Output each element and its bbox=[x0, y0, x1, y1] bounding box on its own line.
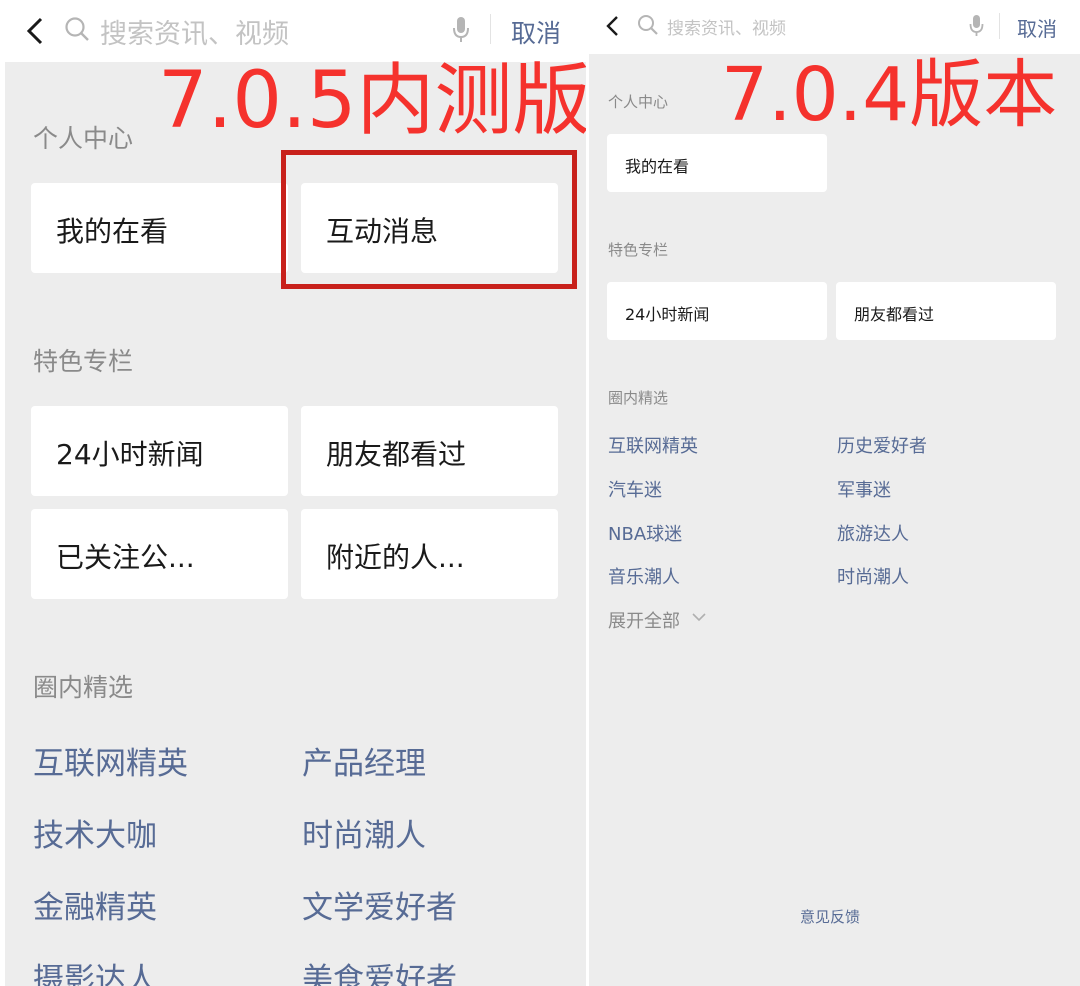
search-icon bbox=[65, 17, 89, 41]
circle-link[interactable]: 金融精英 bbox=[33, 882, 157, 927]
circle-link[interactable]: 音乐潮人 bbox=[608, 563, 680, 589]
back-chevron-icon[interactable] bbox=[605, 15, 619, 37]
card-friends-viewed[interactable]: 朋友都看过 bbox=[836, 282, 1056, 340]
section-title-personal: 个人中心 bbox=[33, 124, 134, 153]
search-bar: 搜索资讯、视频 取消 bbox=[0, 0, 586, 62]
card-my-watching[interactable]: 我的在看 bbox=[31, 183, 288, 273]
search-bar: 搜索资讯、视频 取消 bbox=[589, 0, 1080, 54]
circle-link[interactable]: 技术大咖 bbox=[33, 810, 157, 855]
card-my-watching[interactable]: 我的在看 bbox=[607, 134, 827, 192]
circle-link[interactable]: 军事迷 bbox=[837, 476, 891, 502]
back-chevron-icon[interactable] bbox=[26, 17, 44, 45]
chevron-down-icon[interactable] bbox=[692, 613, 706, 622]
circle-link[interactable]: 美食爱好者 bbox=[302, 954, 457, 986]
cancel-button[interactable]: 取消 bbox=[511, 14, 561, 50]
panel-v704: 搜索资讯、视频 取消 个人中心 我的在看 特色专栏 24小时新闻 朋友都看过 圈… bbox=[589, 0, 1080, 986]
divider bbox=[490, 14, 491, 44]
section-title-circles: 圈内精选 bbox=[608, 389, 669, 407]
section-title-circles: 圈内精选 bbox=[33, 673, 134, 702]
card-24h-news[interactable]: 24小时新闻 bbox=[31, 406, 288, 496]
microphone-icon[interactable] bbox=[452, 16, 470, 44]
comparison-screenshot: 搜索资讯、视频 取消 个人中心 我的在看 互动消息 特色专栏 24小时新闻 朋友… bbox=[0, 0, 1080, 986]
circle-link[interactable]: 产品经理 bbox=[302, 738, 426, 783]
divider bbox=[999, 13, 1000, 39]
circle-link[interactable]: 互联网精英 bbox=[33, 738, 188, 783]
highlight-box bbox=[281, 150, 577, 289]
section-title-featured: 特色专栏 bbox=[608, 241, 669, 259]
circle-link[interactable]: 汽车迷 bbox=[608, 476, 662, 502]
circle-link[interactable]: 互联网精英 bbox=[608, 432, 698, 458]
search-input[interactable]: 搜索资讯、视频 bbox=[667, 14, 786, 39]
version-annotation: 7.0.4版本 bbox=[721, 52, 1058, 138]
circle-link[interactable]: 旅游达人 bbox=[837, 520, 909, 546]
microphone-icon[interactable] bbox=[969, 14, 984, 38]
section-title-personal: 个人中心 bbox=[608, 93, 669, 111]
circle-link[interactable]: NBA球迷 bbox=[608, 520, 682, 546]
search-icon bbox=[638, 15, 658, 35]
circle-link[interactable]: 历史爱好者 bbox=[837, 432, 927, 458]
search-input[interactable]: 搜索资讯、视频 bbox=[100, 12, 289, 51]
card-nearby-people[interactable]: 附近的人... bbox=[301, 509, 558, 599]
panel-v705: 搜索资讯、视频 取消 个人中心 我的在看 互动消息 特色专栏 24小时新闻 朋友… bbox=[0, 0, 586, 986]
card-friends-viewed[interactable]: 朋友都看过 bbox=[301, 406, 558, 496]
circle-link[interactable]: 时尚潮人 bbox=[837, 563, 909, 589]
card-24h-news[interactable]: 24小时新闻 bbox=[607, 282, 827, 340]
cancel-button[interactable]: 取消 bbox=[1017, 13, 1057, 42]
circle-link[interactable]: 摄影达人 bbox=[33, 954, 157, 986]
version-annotation: 7.0.5内测版 bbox=[158, 56, 586, 146]
circle-link[interactable]: 时尚潮人 bbox=[302, 810, 426, 855]
card-followed-accounts[interactable]: 已关注公... bbox=[31, 509, 288, 599]
feedback-link[interactable]: 意见反馈 bbox=[800, 906, 860, 927]
expand-all-button[interactable]: 展开全部 bbox=[608, 607, 680, 633]
circle-link[interactable]: 文学爱好者 bbox=[302, 882, 457, 927]
section-title-featured: 特色专栏 bbox=[33, 347, 134, 376]
